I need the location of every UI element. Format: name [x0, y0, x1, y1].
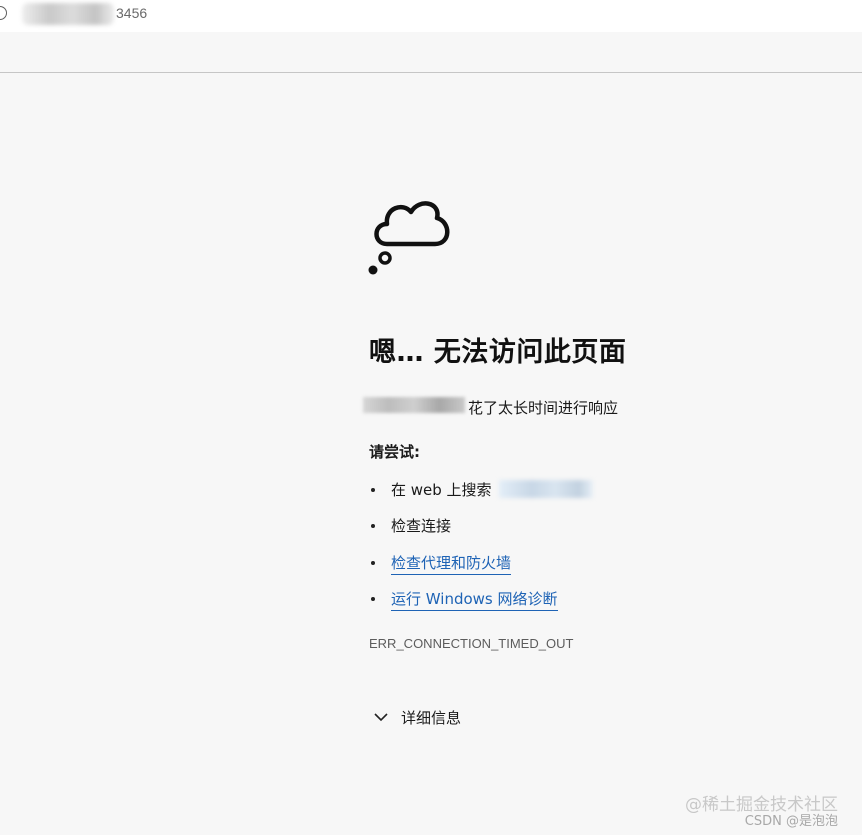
bullet: [371, 524, 375, 528]
suggestion-label: 检查连接: [391, 517, 452, 535]
timeout-message: 花了太长时间进行响应: [468, 399, 619, 417]
url-text[interactable]: 3456: [116, 5, 147, 21]
error-code: ERR_CONNECTION_TIMED_OUT: [369, 636, 574, 651]
details-toggle-button[interactable]: 详细信息: [369, 706, 489, 728]
host-redacted: [363, 397, 465, 413]
details-label: 详细信息: [401, 709, 462, 727]
chevron-down-icon: [374, 713, 388, 722]
suggestion-label: 在 web 上搜索: [391, 481, 492, 499]
watermark-csdn: CSDN @是泡泡: [744, 814, 838, 829]
error-page: 嗯… 无法访问此页面 花了太长时间进行响应 请尝试: 在 web 上搜索 检查连…: [363, 0, 839, 835]
try-heading: 请尝试:: [369, 443, 420, 461]
bullet: [371, 561, 375, 565]
url-redacted: [22, 3, 114, 25]
thought-cloud-icon: [368, 201, 450, 275]
bullet: [371, 488, 375, 492]
search-term-redacted[interactable]: [499, 480, 593, 498]
page-title: 嗯… 无法访问此页面: [369, 337, 627, 368]
info-icon[interactable]: [0, 6, 7, 20]
bullet: [371, 597, 375, 601]
run-network-diagnostics-link[interactable]: 运行 Windows 网络诊断: [391, 588, 558, 611]
check-proxy-firewall-link[interactable]: 检查代理和防火墙: [391, 552, 512, 575]
